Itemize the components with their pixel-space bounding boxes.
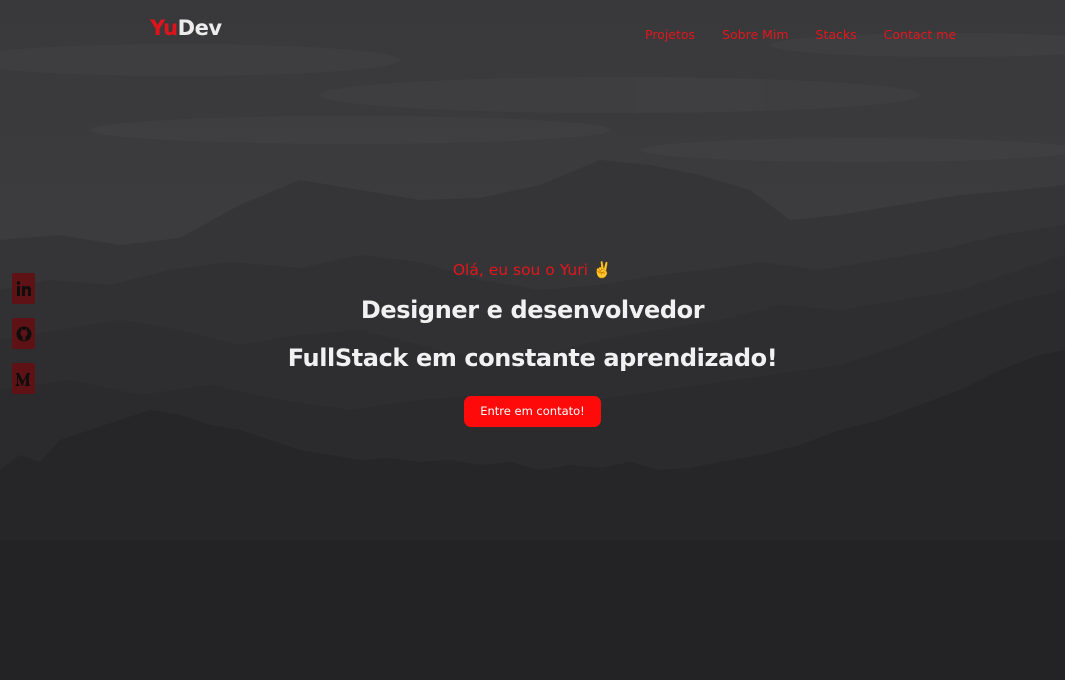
contact-button[interactable]: Entre em contato! [464,396,601,427]
brand-logo[interactable]: YuDev [150,16,222,40]
brand-logo-part1: Yu [150,16,178,40]
hero-page: YuDev Projetos Sobre Mim Stacks Contact … [0,0,1065,680]
hero-title: Designer e desenvolvedor FullStack em co… [0,286,1065,382]
nav-item-stacks[interactable]: Stacks [816,27,857,42]
nav-item-projetos[interactable]: Projetos [645,27,695,42]
nav-item-contact-me[interactable]: Contact me [884,27,956,42]
hero-title-line1: Designer e desenvolvedor [360,296,705,324]
main-nav: Projetos Sobre Mim Stacks Contact me [645,27,983,42]
hero-title-line2: FullStack em constante aprendizado! [287,344,778,372]
hero-section: Olá, eu sou o Yuri ✌️ Designer e desenvo… [0,258,1065,427]
brand-logo-part2: Dev [177,16,222,40]
hero-greeting: Olá, eu sou o Yuri ✌️ [452,261,613,279]
nav-item-sobre-mim[interactable]: Sobre Mim [722,27,788,42]
